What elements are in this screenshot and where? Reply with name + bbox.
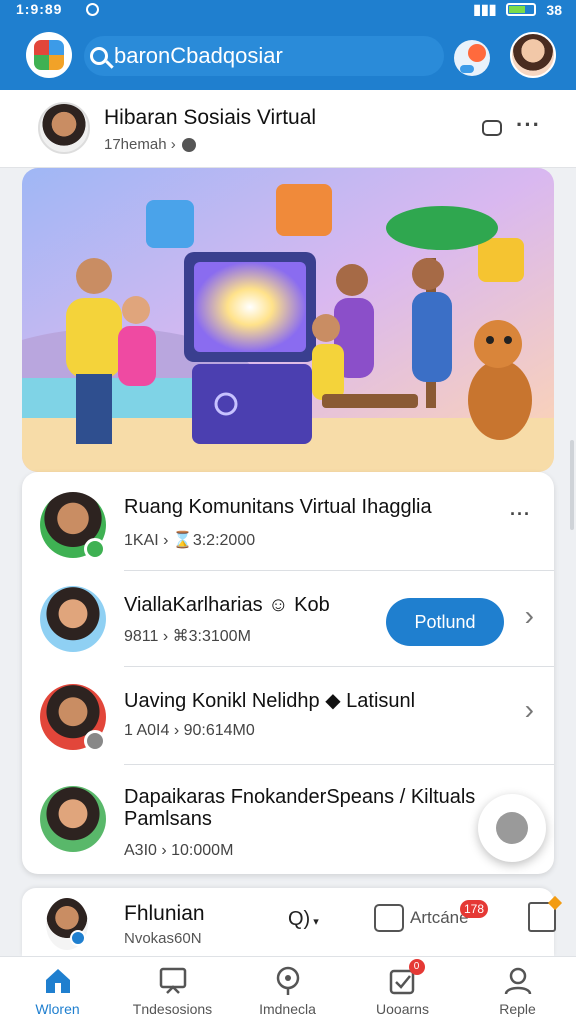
nav-discussions[interactable]: Tndesosions xyxy=(115,965,230,1017)
fox-eye-left xyxy=(486,336,494,344)
profile-avatar[interactable] xyxy=(510,32,556,78)
app-logo[interactable] xyxy=(26,32,72,78)
more-options-icon[interactable]: ··· xyxy=(510,504,531,525)
palm-leaves xyxy=(386,206,498,250)
online-badge-icon xyxy=(84,538,106,560)
nav-home[interactable]: Wloren xyxy=(0,965,115,1017)
message-icon[interactable] xyxy=(374,904,404,932)
person-3-head xyxy=(336,264,368,296)
person-5-body xyxy=(412,292,452,382)
dropdown-arrow-icon: ▾ xyxy=(310,916,319,928)
status-bar: 1:9:89 ▮▮▮ 38 xyxy=(0,0,576,22)
fox-eye-right xyxy=(504,336,512,344)
person-1-legs xyxy=(76,374,112,444)
console-base xyxy=(192,364,312,444)
more-options-icon[interactable]: ··· xyxy=(516,112,541,138)
user-subtitle: Nvokas60N xyxy=(124,930,202,947)
sync-icon xyxy=(86,3,99,16)
globe-icon xyxy=(181,137,196,152)
status-badge-icon xyxy=(84,730,106,752)
community-meta: 1KAI › ⌛3:2:2000 xyxy=(124,532,256,549)
community-avatar xyxy=(40,586,106,652)
community-title-line2: Pamlsans xyxy=(124,808,212,830)
hero-illustration xyxy=(22,168,554,472)
floating-photo-2 xyxy=(276,184,332,236)
search-bar[interactable]: baronCbadqosiar xyxy=(84,36,444,76)
floating-photo-3 xyxy=(478,238,524,282)
location-icon xyxy=(272,965,304,997)
person-4-body xyxy=(312,344,344,400)
person-1-head xyxy=(76,258,112,294)
check-icon: 0 xyxy=(387,959,425,997)
status-icons: ▮▮▮ 38 xyxy=(473,1,562,18)
scrollbar[interactable] xyxy=(570,440,574,530)
fox-head xyxy=(474,320,522,368)
person-5-head xyxy=(412,258,444,290)
notification-count-badge: 178 xyxy=(460,900,489,918)
app-logo-icon xyxy=(34,40,64,70)
signal-icon: ▮▮▮ xyxy=(473,1,497,17)
group-subtitle: 17hemah › xyxy=(104,136,196,153)
status-time: 1:9:89 xyxy=(16,1,63,17)
nav-profile-label: Reple xyxy=(499,1001,536,1017)
person-1-body xyxy=(66,298,122,378)
inbox-icon[interactable] xyxy=(482,120,502,136)
group-subtitle-text: 17hemah › xyxy=(104,136,176,153)
nav-profile[interactable]: Reple xyxy=(460,965,575,1017)
community-title: Ruang Komunitans Virtual Ihagglia xyxy=(124,496,432,518)
search-icon xyxy=(90,47,108,65)
join-button[interactable]: Potlund xyxy=(386,598,504,646)
battery-level: 38 xyxy=(546,1,562,18)
battery-icon xyxy=(506,3,537,16)
community-title: Dapaikaras FnokanderSpeans / Kiltuals xyxy=(124,786,476,808)
nav-location-label: Imdnecla xyxy=(259,1001,316,1017)
community-list: Ruang Komunitans Virtual Ihagglia 1KAI ›… xyxy=(22,472,554,874)
search-input[interactable]: baronCbadqosiar xyxy=(114,43,283,69)
community-title: ViallaKarlharias ☺ Kob xyxy=(124,594,330,616)
community-meta: A3I0 › 10:000M xyxy=(124,842,234,859)
hero-image xyxy=(22,168,554,472)
community-meta: 1 A0I4 › 90:614M0 xyxy=(124,722,255,739)
nav-home-label: Wloren xyxy=(35,1001,80,1017)
community-meta: 9811 › ⌘3:3100M xyxy=(124,628,251,645)
nav-tasks[interactable]: 0 Uooarns xyxy=(345,959,460,1017)
question-dropdown[interactable]: Q) ▾ xyxy=(288,908,319,931)
list-item[interactable]: Ruang Komunitans Virtual Ihagglia 1KAI ›… xyxy=(22,472,554,570)
chat-icon[interactable] xyxy=(454,40,490,76)
user-name: Fhlunian xyxy=(124,902,205,925)
bench-seat xyxy=(322,394,418,408)
community-title: Uaving Konikl Nelidhp ◆ Latisunl xyxy=(124,690,416,712)
question-label: Q) xyxy=(288,908,311,930)
fox-body xyxy=(468,360,532,440)
floating-photo-1 xyxy=(146,200,194,248)
board-icon xyxy=(157,965,189,997)
screen-glow xyxy=(194,262,306,352)
person-4-head xyxy=(312,314,340,342)
nav-location[interactable]: Imdnecla xyxy=(230,965,345,1017)
community-avatar xyxy=(40,786,106,852)
nav-tasks-label: Uooarns xyxy=(376,1001,429,1017)
person-2-head xyxy=(122,296,150,324)
group-header: Hibaran Sosiais Virtual 17hemah › ··· xyxy=(0,90,576,168)
nav-tasks-badge: 0 xyxy=(408,959,425,975)
list-item[interactable]: Uaving Konikl Nelidhp ◆ Latisunl 1 A0I4 … xyxy=(22,666,554,764)
person-2-body xyxy=(118,326,156,386)
group-title: Hibaran Sosiais Virtual xyxy=(104,106,317,129)
edit-icon[interactable] xyxy=(528,902,556,932)
app-bar: baronCbadqosiar xyxy=(0,22,576,90)
profile-icon xyxy=(502,965,534,997)
verified-badge-icon xyxy=(70,930,86,946)
floating-action-button[interactable] xyxy=(478,794,546,862)
bottom-navigation: Wloren Tndesosions Imdnecla 0 Uooarns Re… xyxy=(0,956,576,1024)
group-avatar[interactable] xyxy=(38,102,90,154)
list-item[interactable]: Dapaikaras FnokanderSpeans / Kiltuals Pa… xyxy=(22,764,554,874)
nav-discussions-label: Tndesosions xyxy=(132,1001,213,1017)
chevron-right-icon[interactable]: › xyxy=(525,600,534,632)
list-item[interactable]: ViallaKarlharias ☺ Kob 9811 › ⌘3:3100M P… xyxy=(22,570,554,666)
current-user-card[interactable]: Fhlunian Nvokas60N Q) ▾ Artcáne 178 xyxy=(22,888,556,956)
home-icon xyxy=(42,965,74,997)
chevron-right-icon[interactable]: › xyxy=(525,694,534,726)
